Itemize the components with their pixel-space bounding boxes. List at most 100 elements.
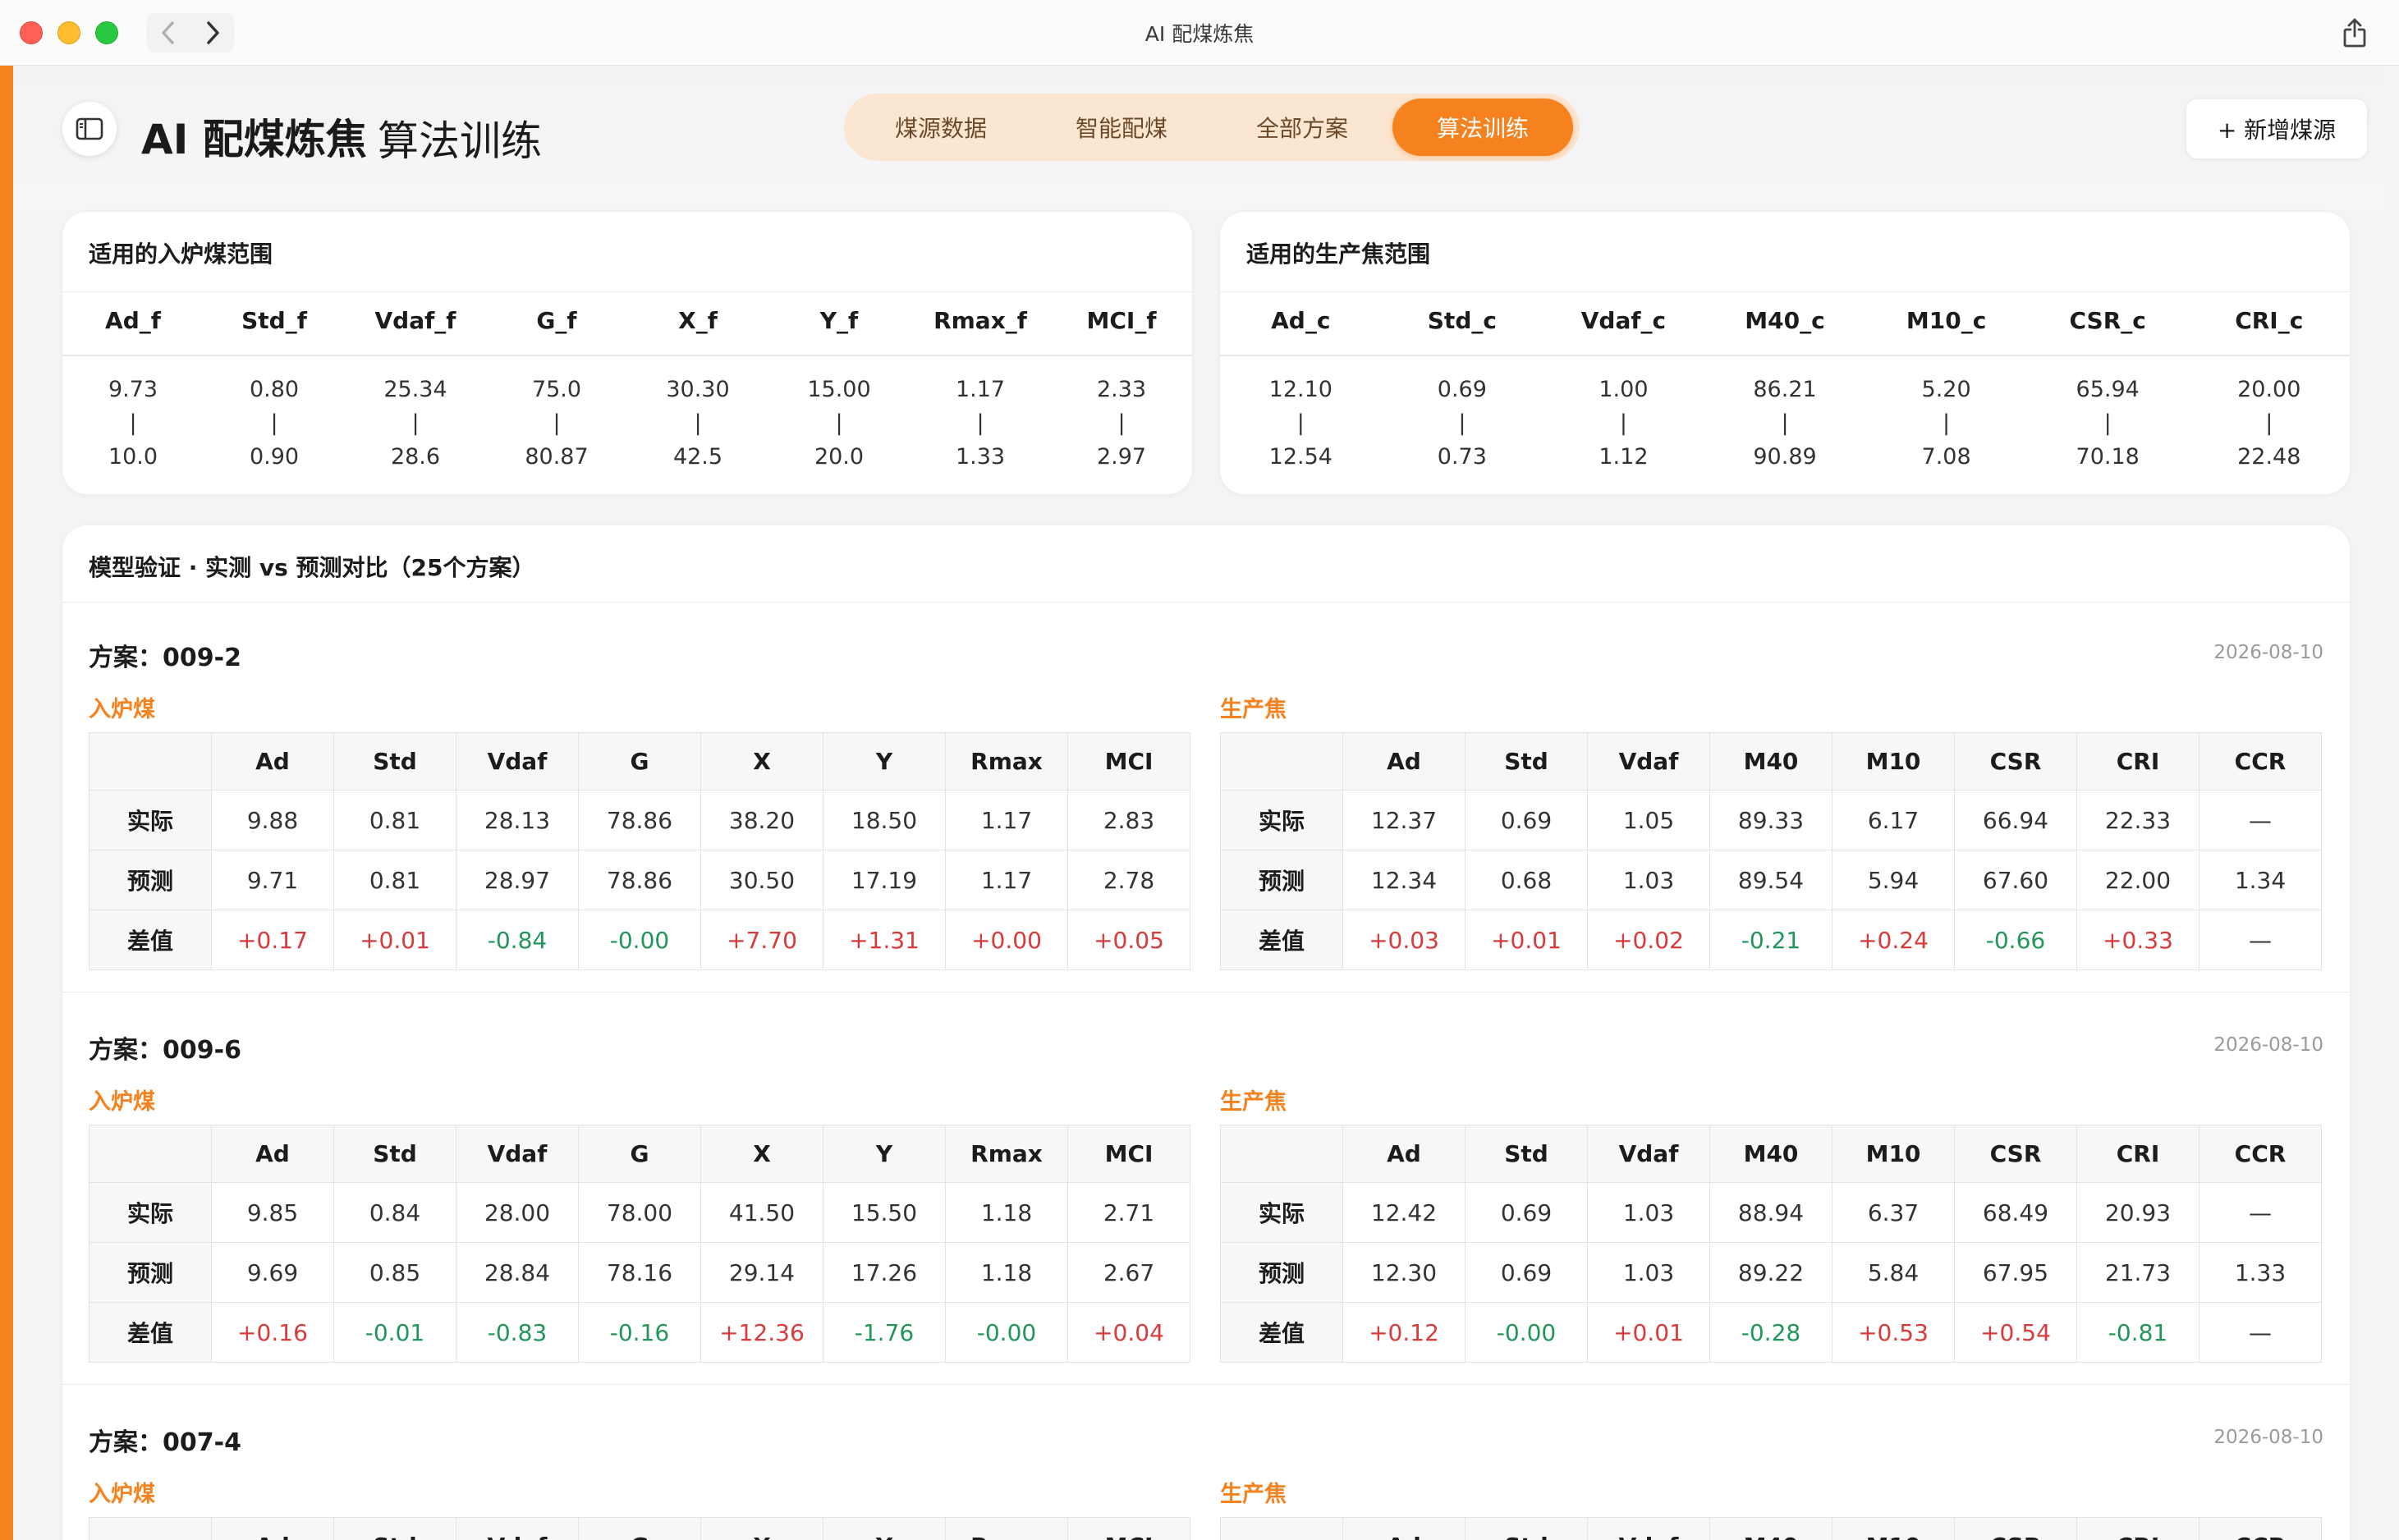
value-cell: 28.97 bbox=[456, 850, 579, 910]
difference-cell: -0.16 bbox=[578, 1302, 701, 1363]
difference-cell: -0.21 bbox=[1709, 910, 1833, 970]
table-header-row: AdStdVdafGXYRmaxMCI bbox=[89, 1125, 1190, 1183]
column-header: Ad bbox=[211, 1517, 334, 1540]
coal-comparison-table: AdStdVdafGXYRmaxMCI bbox=[89, 1517, 1190, 1540]
column-header: G bbox=[578, 1125, 701, 1183]
column-header: MCI bbox=[1067, 1517, 1190, 1540]
tab-all-schemes[interactable]: 全部方案 bbox=[1212, 99, 1392, 156]
column-header: X bbox=[700, 1517, 823, 1540]
range-min-value: 0.80 bbox=[249, 377, 300, 402]
value-cell: 2.78 bbox=[1067, 850, 1190, 910]
value-cell: 17.26 bbox=[823, 1242, 946, 1303]
range-column-header: Ad_f bbox=[105, 306, 161, 334]
sidebar-toggle-button[interactable] bbox=[62, 102, 117, 156]
difference-cell: +0.01 bbox=[333, 910, 456, 970]
add-coal-source-button[interactable]: + 新增煤源 bbox=[2186, 99, 2368, 159]
value-cell: 89.22 bbox=[1709, 1242, 1833, 1303]
table-corner-cell bbox=[1220, 1125, 1343, 1183]
column-header: Vdaf bbox=[456, 1517, 579, 1540]
difference-cell: +0.17 bbox=[211, 910, 334, 970]
value-cell: 22.00 bbox=[2076, 850, 2199, 910]
table-row: 实际 12.37 0.69 1.05 89.33 6.17 66.94 22.33— bbox=[1220, 790, 2322, 850]
column-header: M40 bbox=[1709, 732, 1833, 791]
range-cell: 1.17 | 1.33 bbox=[910, 373, 1051, 474]
range-max-value: 20.0 bbox=[814, 444, 865, 470]
range-min-value: 1.00 bbox=[1599, 377, 1649, 402]
coke-range-card: 适用的生产焦范围 Ad_c Std_c Vdaf_c M40_c M10_c CSR_c C… bbox=[1220, 212, 2350, 494]
value-cell: 22.33 bbox=[2076, 790, 2199, 850]
row-label: 实际 bbox=[1220, 790, 1343, 850]
range-min-value: 86.21 bbox=[1753, 377, 1817, 402]
range-min-value: 12.10 bbox=[1268, 377, 1333, 402]
value-cell: 78.86 bbox=[578, 850, 701, 910]
scheme-name: 方案：009-6 bbox=[89, 1036, 241, 1065]
range-min-value: 2.33 bbox=[1096, 377, 1147, 402]
range-separator: | bbox=[1296, 410, 1305, 436]
tab-algorithm-training[interactable]: 算法训练 bbox=[1392, 99, 1573, 156]
table-row: 预测 9.71 0.81 28.97 78.86 30.50 17.19 1.17 2.78 bbox=[89, 850, 1190, 910]
row-label: 实际 bbox=[1220, 1182, 1343, 1243]
table-corner-cell bbox=[1220, 732, 1343, 791]
range-column-header: MCI_f bbox=[1086, 306, 1157, 334]
column-header: CCR bbox=[2199, 732, 2322, 791]
table-row: 实际 12.42 0.69 1.03 88.94 6.37 68.49 20.93— bbox=[1220, 1182, 2322, 1243]
table-header-row: AdStdVdafM40M10CSRCRICCR bbox=[1220, 1125, 2322, 1183]
app-content: AI 配煤炼焦 算法训练 煤源数据 智能配煤 全部方案 算法训练 + 新增煤源 … bbox=[0, 66, 2399, 1540]
value-cell: 78.16 bbox=[578, 1242, 701, 1303]
difference-cell: -0.00 bbox=[1465, 1302, 1588, 1363]
value-cell: 1.03 bbox=[1587, 1242, 1710, 1303]
range-min-value: 9.73 bbox=[108, 377, 158, 402]
difference-cell: +12.36 bbox=[700, 1302, 823, 1363]
row-label: 实际 bbox=[89, 1182, 212, 1243]
range-max-value: 1.33 bbox=[955, 444, 1006, 470]
difference-cell: -0.84 bbox=[456, 910, 579, 970]
difference-cell: -0.81 bbox=[2076, 1302, 2199, 1363]
range-cell: 5.20 | 7.08 bbox=[1865, 373, 2027, 474]
window-titlebar: AI 配煤炼焦 bbox=[0, 0, 2399, 66]
value-cell: 41.50 bbox=[700, 1182, 823, 1243]
difference-cell: — bbox=[2199, 1302, 2322, 1363]
sidebar-icon bbox=[76, 117, 103, 140]
column-header: Std bbox=[1465, 1517, 1588, 1540]
range-separator: | bbox=[1943, 410, 1951, 436]
value-cell: 12.34 bbox=[1342, 850, 1466, 910]
page-subtitle: 算法训练 bbox=[378, 117, 542, 165]
coal-range-table: Ad_f Std_f Vdaf_f G_f X_f Y_f Rmax_f MCI_f 9.73… bbox=[62, 286, 1192, 474]
range-min-value: 20.00 bbox=[2237, 377, 2301, 402]
value-cell: 0.69 bbox=[1465, 1182, 1588, 1243]
coke-comparison-table: Ad Std Vdaf M40 M10 CSR CRI CCR 实际 12.37 0.69 1.05 8… bbox=[1220, 732, 2322, 970]
range-cell: 12.10 | 12.54 bbox=[1220, 373, 1382, 474]
difference-cell: +0.33 bbox=[2076, 910, 2199, 970]
difference-cell: +1.31 bbox=[823, 910, 946, 970]
value-cell: 12.42 bbox=[1342, 1182, 1466, 1243]
share-button[interactable] bbox=[2333, 11, 2376, 54]
tab-coal-data[interactable]: 煤源数据 bbox=[851, 99, 1031, 156]
difference-cell: +0.00 bbox=[945, 910, 1068, 970]
accent-bar bbox=[0, 66, 13, 1540]
difference-cell: +0.03 bbox=[1342, 910, 1466, 970]
range-column-header: Y_f bbox=[819, 306, 859, 334]
column-header: Ad bbox=[1342, 1517, 1466, 1540]
row-label: 差值 bbox=[1220, 910, 1343, 970]
range-max-value: 80.87 bbox=[525, 444, 589, 470]
value-cell: 6.17 bbox=[1832, 790, 1955, 850]
range-cell: 0.69 | 0.73 bbox=[1382, 373, 1544, 474]
row-label: 预测 bbox=[89, 1242, 212, 1303]
range-max-value: 0.90 bbox=[249, 444, 300, 470]
range-max-value: 22.48 bbox=[2237, 444, 2301, 470]
scheme-divider bbox=[62, 1384, 2350, 1385]
table-corner-cell bbox=[89, 732, 212, 791]
value-cell: 20.93 bbox=[2076, 1182, 2199, 1243]
range-separator: | bbox=[1117, 410, 1126, 436]
column-header: Y bbox=[823, 1517, 946, 1540]
range-min-value: 75.0 bbox=[531, 377, 582, 402]
row-label: 差值 bbox=[1220, 1302, 1343, 1363]
main-tabs: 煤源数据 智能配煤 全部方案 算法训练 bbox=[844, 94, 1580, 161]
coal-section-label: 入炉煤 bbox=[89, 1089, 155, 1115]
tab-smart-blending[interactable]: 智能配煤 bbox=[1031, 99, 1212, 156]
range-column-header: Vdaf_c bbox=[1580, 306, 1667, 334]
coke-range-values-row: 12.10 | 12.54 0.69 | 0.73 1.00 | 1.12 86.21 | 90.89… bbox=[1220, 356, 2350, 474]
column-header: M40 bbox=[1709, 1125, 1833, 1183]
value-cell: 0.69 bbox=[1465, 790, 1588, 850]
table-header-row: AdStdVdafM40M10CSRCRICCR bbox=[1220, 1517, 2322, 1540]
